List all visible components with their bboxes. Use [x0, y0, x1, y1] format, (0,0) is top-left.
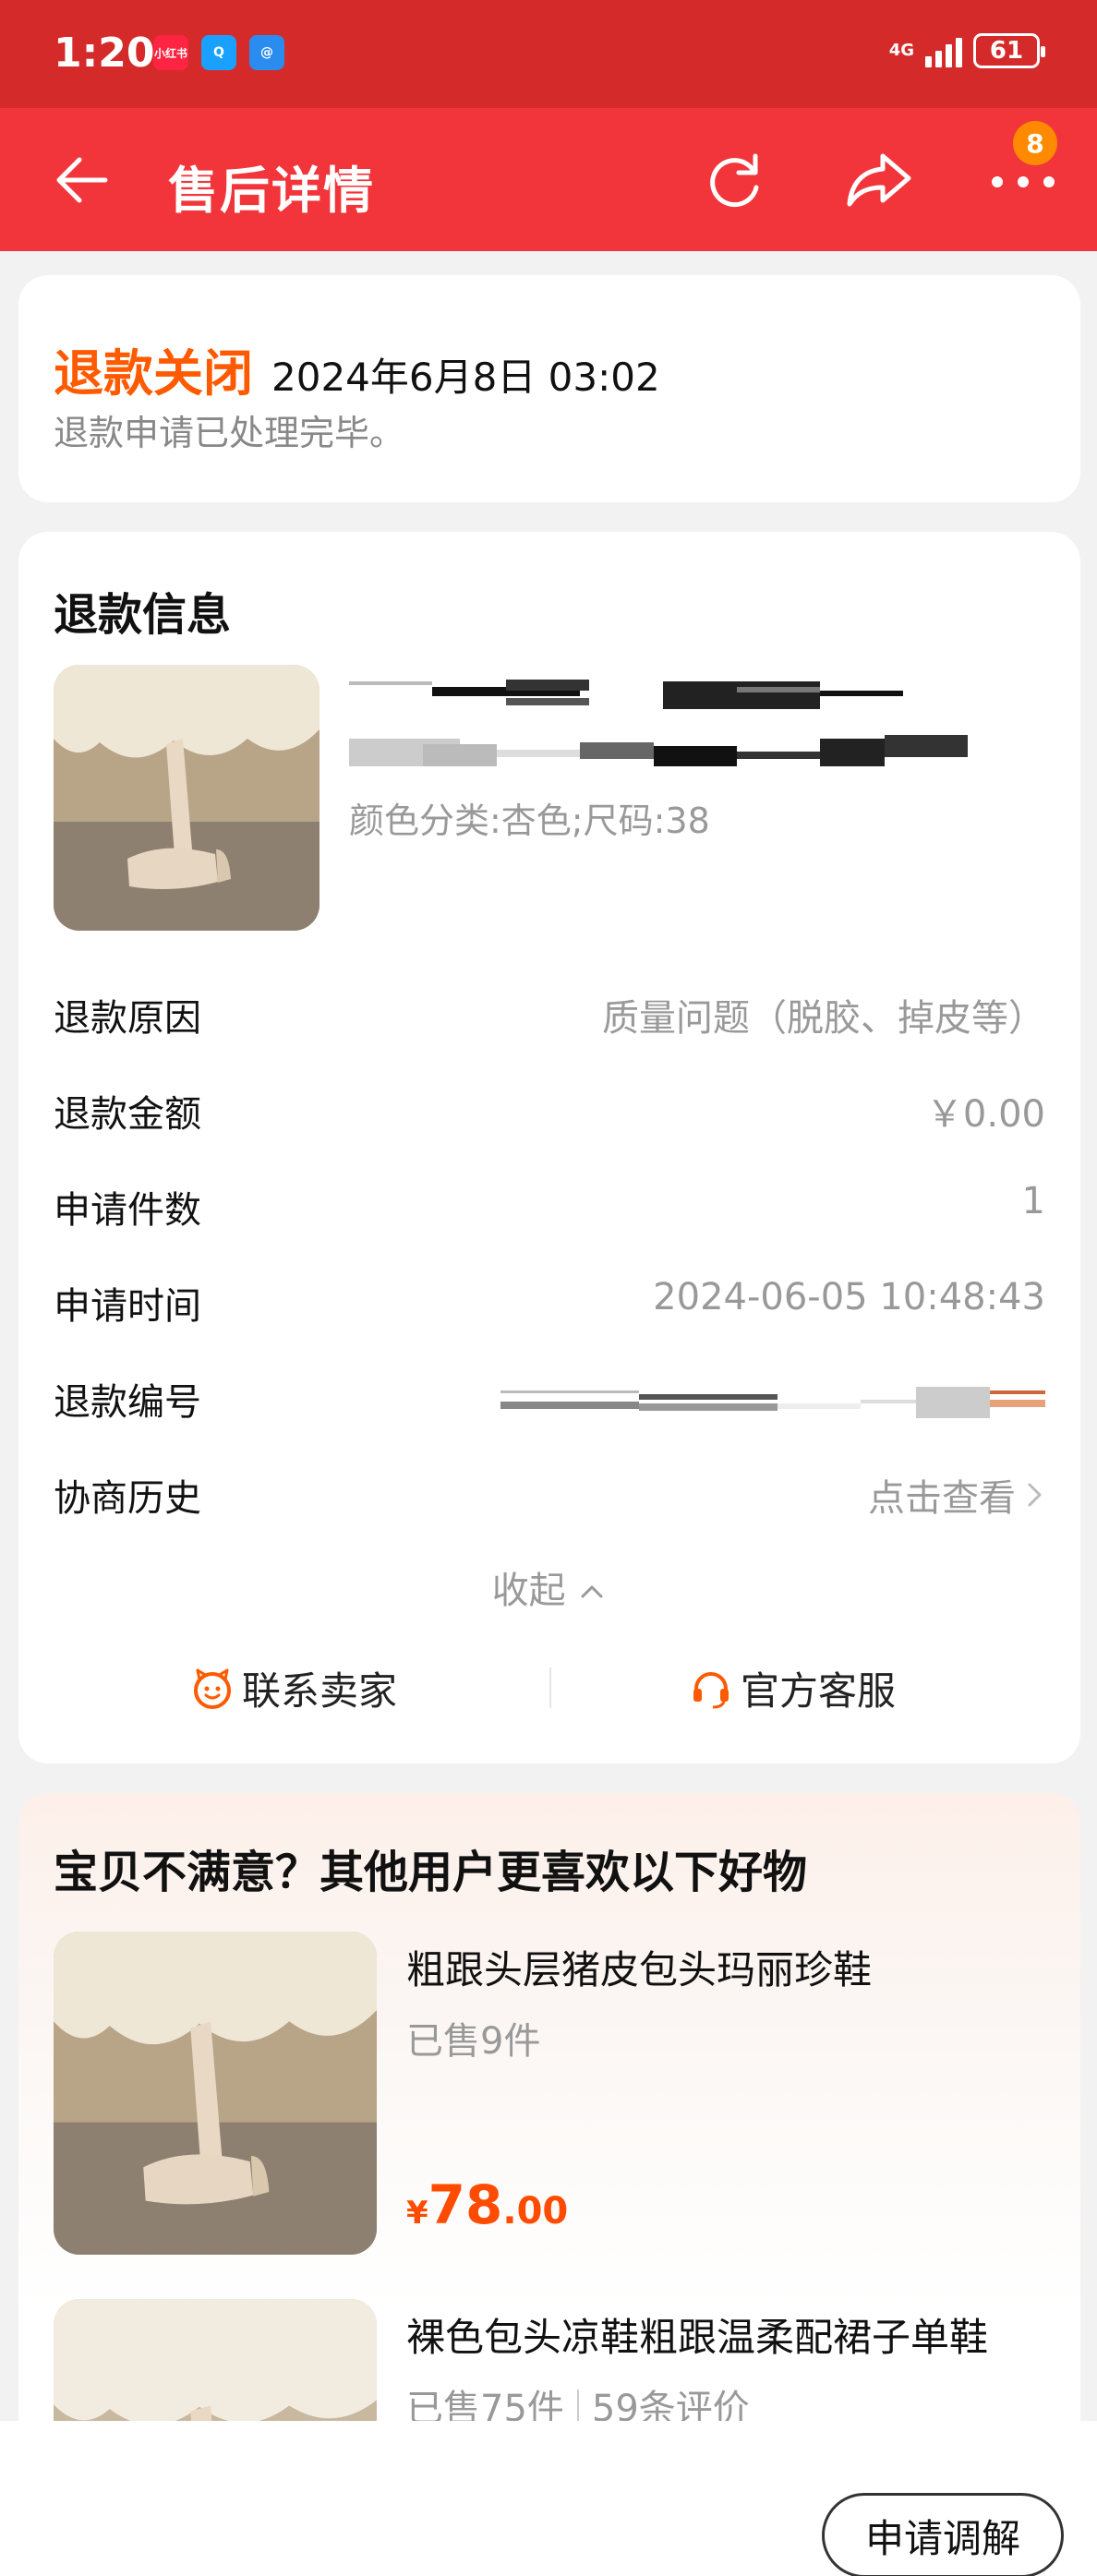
rec-item-name[interactable]: 粗跟头层猪皮包头玛丽珍鞋: [406, 1939, 872, 1995]
rec-item-sold: 已售9件: [406, 2020, 541, 2063]
divider: [576, 2389, 579, 2421]
product-spec: 颜色分类:杏色;尺码:38: [349, 800, 710, 841]
rec-item-image[interactable]: [54, 1932, 377, 2255]
status-time: 1:20: [54, 30, 155, 77]
notification-badge: 8: [1013, 121, 1057, 165]
signal-icon: [925, 34, 962, 67]
status-line: 退款关闭 2024年6月8日 03:02: [54, 332, 660, 405]
bottom-bar: 申请调解: [0, 2421, 1097, 2576]
recommendations-title: 宝贝不满意？其他用户更喜欢以下好物: [54, 1847, 808, 1898]
refund-info-card: 退款信息 颜色分类:杏色;尺码:38 退款原因 质量问题（脱胶、掉皮等） 退款金…: [18, 532, 1080, 1763]
status-bar: 1:20 小红书 Q @ 4G 61: [0, 0, 1097, 108]
contact-seller-button[interactable]: 联系卖家: [190, 1660, 397, 1716]
page: 1:20 小红书 Q @ 4G 61 售后详情 8 退款关闭 2024年6月8日…: [0, 0, 1097, 2576]
search-app-icon: Q: [201, 35, 236, 70]
refresh-icon[interactable]: [698, 143, 772, 217]
redacted-refund-id: [500, 1387, 1045, 1418]
redacted-product-name: [349, 680, 968, 766]
refund-status-time: 2024年6月8日 03:02: [271, 355, 660, 400]
chevron-up-icon: [581, 1585, 603, 1598]
customer-service-button[interactable]: 官方客服: [689, 1660, 896, 1716]
back-arrow-icon[interactable]: [48, 143, 122, 217]
view-history-link[interactable]: 点击查看: [868, 1468, 1045, 1522]
info-row-history[interactable]: 协商历史 点击查看: [54, 1468, 1045, 1523]
seller-chat-icon: [194, 1668, 231, 1709]
refund-status-label: 退款关闭: [54, 344, 253, 403]
refund-status-desc: 退款申请已处理完毕。: [54, 413, 405, 453]
refund-status-card: 退款关闭 2024年6月8日 03:02 退款申请已处理完毕。: [18, 275, 1080, 502]
network-type: 4G: [888, 41, 914, 60]
page-title: 售后详情: [168, 162, 375, 220]
collapse-toggle[interactable]: 收起: [18, 1560, 1080, 1614]
info-row-reason: 退款原因 质量问题（脱胶、掉皮等）: [54, 997, 1045, 1040]
rec-item-name[interactable]: 裸色包头凉鞋粗跟温柔配裙子单鞋: [406, 2306, 988, 2363]
divider: [549, 1667, 551, 1708]
apply-mediation-button[interactable]: 申请调解: [822, 2493, 1064, 2576]
battery-icon: 61: [973, 33, 1045, 68]
contact-row: 联系卖家 官方客服: [18, 1660, 1080, 1715]
info-row-apply-time: 申请时间 2024-06-05 10:48:43: [54, 1276, 1045, 1328]
product-image[interactable]: [54, 665, 319, 931]
info-row-quantity: 申请件数 1: [54, 1180, 1045, 1232]
rec-item-price: ¥ 78 .00: [406, 2173, 569, 2236]
info-row-amount: 退款金额 ￥0.00: [54, 1093, 1045, 1136]
nav-bar: 售后详情 8: [0, 108, 1097, 251]
browser-app-icon: @: [249, 35, 284, 70]
status-indicators: 4G 61: [888, 33, 1045, 68]
headset-icon: [693, 1671, 729, 1708]
info-row-refund-id: 退款编号: [54, 1372, 1045, 1427]
xiaohongshu-app-icon: 小红书: [153, 35, 188, 70]
chevron-right-icon: [1028, 1483, 1042, 1507]
refund-info-title: 退款信息: [54, 589, 232, 641]
share-icon[interactable]: [842, 143, 916, 217]
